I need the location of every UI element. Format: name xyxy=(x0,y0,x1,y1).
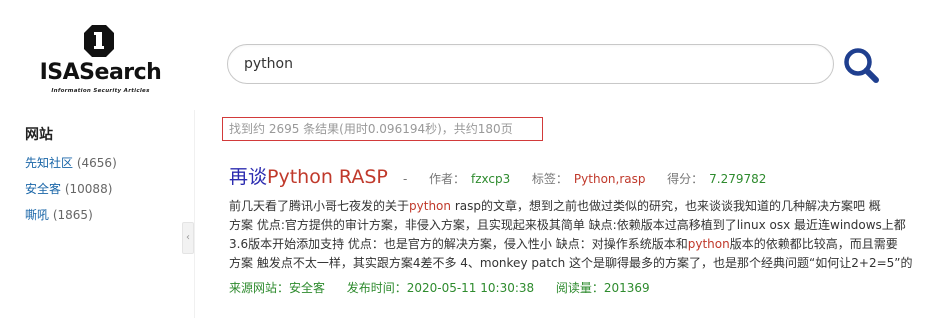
logo-mark-icon xyxy=(84,25,114,57)
sidebar-collapse-button[interactable]: ‹ xyxy=(182,222,194,254)
snippet-line: 方案 优点:官方提供的审计方案，非侵入方案，且实现起来极其简单 缺点:依赖版本过… xyxy=(229,218,906,232)
date-label: 发布时间： xyxy=(346,281,407,295)
author-value: fzxcp3 xyxy=(470,172,511,186)
chevron-left-icon: ‹ xyxy=(186,232,190,243)
search-box xyxy=(227,44,834,84)
search-icon[interactable] xyxy=(842,46,880,84)
sidebar-title: 网站 xyxy=(25,127,53,143)
result-meta: - 作者： fzxcp3 标签： Python,rasp 得分： 7.279782 xyxy=(403,172,766,186)
result-title-highlight: Python RASP xyxy=(267,166,388,188)
snippet-line: 3.6版本开始添加支持 优点：也是官方的解决方案，侵入性小 缺点：对操作系统版本… xyxy=(229,237,898,251)
logo-subtitle: Information Security Articles xyxy=(51,88,150,94)
site-logo[interactable]: ISASearch Information Security Articles xyxy=(33,24,168,100)
views-label: 阅读量： xyxy=(555,281,604,295)
snippet-line: 前几天看了腾讯小哥七夜发的关于python rasp的文章，想到之前也做过类似的… xyxy=(229,199,881,213)
tags-label: 标签： xyxy=(531,172,568,186)
date-value: 2020-05-11 10:30:38 xyxy=(406,281,535,295)
score-label: 得分： xyxy=(667,172,704,186)
sidebar: 网站 先知社区 (4656) 安全客 (10088) 嘶吼 (1865) xyxy=(25,124,185,232)
result-header: 再谈Python RASP - 作者： fzxcp3 标签： Python,rasp… xyxy=(229,163,941,193)
sidebar-item-label[interactable]: 嘶吼 xyxy=(25,208,49,222)
result-footer: 来源网站：安全客 发布时间：2020-05-11 10:30:38 阅读量：20… xyxy=(229,279,650,296)
result-stats: 找到约 2695 条结果(用时0.096194秒)，共约180页 xyxy=(222,117,543,141)
result-separator: - xyxy=(402,172,408,186)
sidebar-item-label[interactable]: 先知社区 xyxy=(25,156,73,170)
logo-text: ISASearch xyxy=(39,60,162,85)
sidebar-item-label[interactable]: 安全客 xyxy=(25,182,61,196)
score-value: 7.279782 xyxy=(709,172,767,186)
search-input[interactable] xyxy=(244,54,804,74)
sidebar-item-count: (4656) xyxy=(76,156,117,170)
sidebar-item-anquanke[interactable]: 安全客 (10088) xyxy=(25,180,185,198)
tags-value: Python,rasp xyxy=(573,172,646,186)
snippet-line: 方案 触发点不太一样，其实跟方案4差不多 4、monkey patch 这个是聊… xyxy=(229,256,913,270)
search-result: 再谈Python RASP - 作者： fzxcp3 标签： Python,rasp… xyxy=(229,163,941,193)
sidebar-divider xyxy=(194,110,195,318)
author-label: 作者： xyxy=(428,172,465,186)
views-value: 201369 xyxy=(603,281,650,295)
result-title-prefix: 再谈 xyxy=(229,166,268,188)
sidebar-item-count: (1865) xyxy=(52,208,93,222)
source-label: 来源网站： xyxy=(229,281,290,295)
source-value: 安全客 xyxy=(289,281,326,295)
result-snippet: 前几天看了腾讯小哥七夜发的关于python rasp的文章，想到之前也做过类似的… xyxy=(229,197,941,273)
result-title-link[interactable]: 再谈Python RASP xyxy=(229,166,388,188)
sidebar-item-sihou[interactable]: 嘶吼 (1865) xyxy=(25,206,185,224)
sidebar-item-xianzhi[interactable]: 先知社区 (4656) xyxy=(25,154,185,172)
sidebar-item-count: (10088) xyxy=(64,182,113,196)
